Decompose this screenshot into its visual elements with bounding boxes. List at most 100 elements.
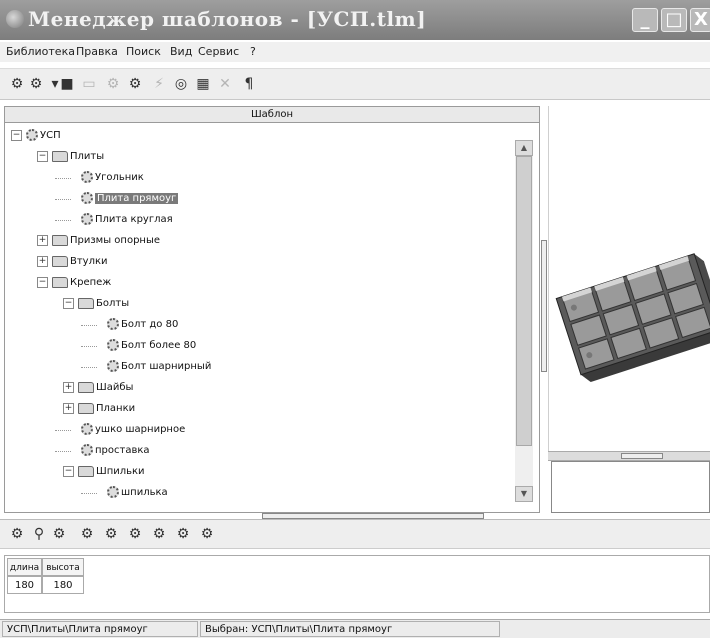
maximize-icon: □ <box>665 9 683 30</box>
tree-item[interactable]: Плита прямоуг <box>81 190 179 208</box>
component-list-3-icon[interactable]: ⚙ <box>150 525 168 543</box>
model-preview[interactable] <box>548 106 710 451</box>
tree-item-label: Плиты <box>70 151 105 162</box>
tree-item[interactable]: Болт до 80 <box>107 316 178 334</box>
parameters-table[interactable]: длина высота 180 180 <box>4 555 710 613</box>
expand-icon[interactable]: + <box>63 402 74 414</box>
component-list-4-icon[interactable]: ⚙ <box>174 525 192 543</box>
component-list-1-icon[interactable]: ⚙ <box>102 525 120 543</box>
scroll-thumb[interactable] <box>516 156 532 446</box>
tree-item[interactable]: − Болты <box>63 295 129 313</box>
menu-edit[interactable]: Правка <box>76 45 118 58</box>
folder-icon <box>78 402 94 414</box>
tree-item-label: Болт более 80 <box>121 340 197 351</box>
tree-item[interactable]: + Втулки <box>37 253 108 271</box>
title-bar[interactable]: Менеджер шаблонов - [УСП.tlm] _ □ X <box>0 0 710 40</box>
param-header-height[interactable]: высота <box>42 558 84 576</box>
template-gear-icon <box>107 360 119 372</box>
folder-icon <box>52 234 68 246</box>
tree-item[interactable]: + Призмы опорные <box>37 232 160 250</box>
grid-icon[interactable]: ▦ <box>194 75 212 93</box>
minimize-button[interactable]: _ <box>632 8 658 32</box>
tree-item[interactable]: шпилька <box>107 484 168 502</box>
tree-item[interactable]: − Шпильки <box>63 463 145 481</box>
tree-item[interactable]: ушко шарнирное <box>81 421 185 439</box>
tree-item[interactable]: Болт более 80 <box>107 337 196 355</box>
menu-search[interactable]: Поиск <box>126 45 161 58</box>
tree-item[interactable]: + Планки <box>63 400 135 418</box>
menu-library[interactable]: Библиотека <box>6 45 75 58</box>
tree-item-label: Плита круглая <box>95 214 173 225</box>
menu-view[interactable]: Вид <box>170 45 192 58</box>
library-root-icon <box>26 129 38 141</box>
tree-item[interactable]: − Плиты <box>37 148 104 166</box>
expand-icon[interactable]: + <box>37 255 48 267</box>
preview-splitter[interactable] <box>548 451 710 461</box>
component-list-2-icon[interactable]: ⚙ <box>126 525 144 543</box>
collapse-icon[interactable]: − <box>37 150 48 162</box>
gear-add-icon[interactable]: ⚙ <box>126 75 144 93</box>
tree-connector <box>55 178 71 179</box>
scroll-up-icon[interactable]: ▲ <box>515 140 533 156</box>
param-value-height[interactable]: 180 <box>42 576 84 594</box>
tree-connector <box>55 451 71 452</box>
folder-open-icon <box>52 276 68 288</box>
param-header-length[interactable]: длина <box>7 558 42 576</box>
library-icon[interactable]: ⚙ <box>8 75 26 93</box>
tree-connector <box>81 367 97 368</box>
tree-item[interactable]: Угольник <box>81 169 144 187</box>
collapse-icon[interactable]: − <box>37 276 48 288</box>
param-value-length[interactable]: 180 <box>7 576 42 594</box>
tree-item-label: Болты <box>96 298 130 309</box>
template-gear-icon <box>81 213 93 225</box>
gear-icon[interactable]: ⚙ <box>104 75 122 93</box>
template-gear-icon <box>107 339 119 351</box>
expand-icon[interactable]: + <box>37 234 48 246</box>
lightning-icon[interactable]: ⚡ <box>150 75 168 93</box>
tree-item-label: Угольник <box>95 172 144 183</box>
tree-connector <box>81 325 97 326</box>
tree-item-label: Шайбы <box>96 382 134 393</box>
collapse-icon[interactable]: − <box>63 297 74 309</box>
zoom-icon[interactable]: ⚲ <box>30 525 48 543</box>
tree-item[interactable]: Болт шарнирный <box>107 358 211 376</box>
library-dropdown-icon[interactable]: ⚙ <box>27 75 45 93</box>
window-title: Менеджер шаблонов - [УСП.tlm] <box>28 7 427 31</box>
menu-help[interactable]: ? <box>250 45 256 58</box>
scroll-down-icon[interactable]: ▼ <box>515 486 533 502</box>
save-icon[interactable]: ■ <box>58 75 76 93</box>
tree-item[interactable]: + Шайбы <box>63 379 133 397</box>
properties-icon[interactable]: ¶ <box>240 75 258 93</box>
preview-info-panel <box>551 461 710 513</box>
target-icon[interactable]: ◎ <box>172 75 190 93</box>
menu-service[interactable]: Сервис <box>198 45 239 58</box>
app-icon[interactable] <box>6 10 24 28</box>
component-icon[interactable]: ⚙ <box>78 525 96 543</box>
minimize-icon: _ <box>640 9 650 30</box>
tree-item-label: шпилька <box>121 487 168 498</box>
template-tree[interactable]: − УСП − Плиты Угольник Плита прямоуг Плита кру… <box>4 123 540 513</box>
tree-item-label: Крепеж <box>70 277 112 288</box>
preview-splitter-grip[interactable] <box>621 453 663 459</box>
tree-item[interactable]: проставка <box>81 442 150 460</box>
maximize-button[interactable]: □ <box>661 8 687 32</box>
folder-icon[interactable]: ▭ <box>80 75 98 93</box>
collapse-icon[interactable]: − <box>11 129 22 141</box>
tree-connector <box>81 493 97 494</box>
delete-icon[interactable]: ✕ <box>216 75 234 93</box>
gear-dropdown-icon[interactable]: ⚙ <box>50 525 68 543</box>
close-icon: X <box>694 9 708 30</box>
tree-scrollbar[interactable]: ▲ ▼ <box>515 140 533 502</box>
tree-item[interactable]: − УСП <box>11 127 61 145</box>
close-button[interactable]: X <box>690 8 710 32</box>
tool-icon[interactable]: ⚙ <box>8 525 26 543</box>
tree-item[interactable]: − Крепеж <box>37 274 111 292</box>
status-bar: УСП\Плиты\Плита прямоуг Выбран: УСП\Плит… <box>0 619 710 638</box>
tree-item-label: проставка <box>95 445 150 456</box>
vertical-splitter[interactable] <box>541 240 547 372</box>
expand-icon[interactable]: + <box>63 381 74 393</box>
collapse-icon[interactable]: − <box>63 465 74 477</box>
tree-column-header[interactable]: Шаблон <box>4 106 540 123</box>
tree-item[interactable]: Плита круглая <box>81 211 173 229</box>
component-list-5-icon[interactable]: ⚙ <box>198 525 216 543</box>
